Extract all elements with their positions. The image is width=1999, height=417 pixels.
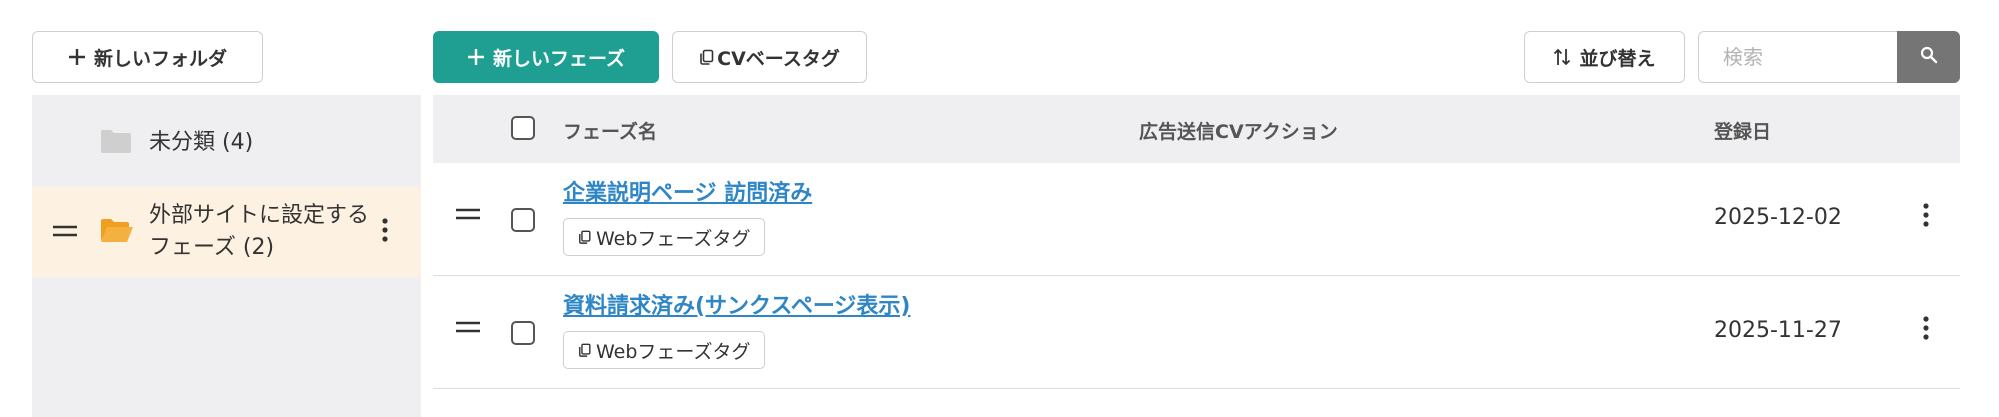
registered-date: 2025-11-27 xyxy=(1714,318,1842,343)
plus-icon xyxy=(467,48,485,66)
folder-label: 未分類 (4) xyxy=(149,130,254,155)
new-folder-button[interactable]: 新しいフォルダ xyxy=(32,31,263,83)
new-folder-label: 新しいフォルダ xyxy=(93,47,227,70)
copy-icon xyxy=(578,230,592,244)
table-row: 資料請求済み(サンクスページ表示) Webフェーズタグ 2025-11-27 xyxy=(433,276,1960,389)
sort-arrows-icon xyxy=(1553,47,1571,67)
column-header-name: フェーズ名 xyxy=(563,121,658,143)
row-checkbox[interactable] xyxy=(511,321,535,345)
drag-handle-icon[interactable] xyxy=(52,223,78,242)
folder-item-external-site[interactable]: 外部サイトに設定するフェーズ (2) xyxy=(32,187,421,277)
plus-icon xyxy=(68,48,86,66)
table-header: フェーズ名 広告送信CVアクション 登録日 xyxy=(433,95,1960,163)
sort-label: 並び替え xyxy=(1579,47,1656,70)
phase-name-link[interactable]: 資料請求済み(サンクスページ表示) xyxy=(563,288,910,320)
phase-name-link[interactable]: 企業説明ページ 訪問済み xyxy=(563,175,812,207)
search-icon xyxy=(1920,46,1938,68)
select-all-checkbox[interactable] xyxy=(511,116,535,140)
folder-icon xyxy=(100,128,132,158)
search-button[interactable] xyxy=(1897,31,1960,83)
folder-menu-icon[interactable] xyxy=(382,218,388,246)
drag-handle-icon[interactable] xyxy=(455,319,481,338)
folder-label: 外部サイトに設定するフェーズ (2) xyxy=(149,203,370,260)
tag-label: Webフェーズタグ xyxy=(596,227,751,250)
tag-label: Webフェーズタグ xyxy=(596,340,751,363)
table-row: 企業説明ページ 訪問済み Webフェーズタグ 2025-12-02 xyxy=(433,163,1960,276)
column-header-registered: 登録日 xyxy=(1714,121,1772,143)
web-phase-tag-button[interactable]: Webフェーズタグ xyxy=(563,218,766,256)
drag-handle-icon[interactable] xyxy=(455,206,481,225)
new-phase-label: 新しいフェーズ xyxy=(492,47,626,70)
cv-base-tag-button[interactable]: CVベースタグ xyxy=(672,31,867,83)
sort-button[interactable]: 並び替え xyxy=(1524,31,1685,83)
new-phase-button[interactable]: 新しいフェーズ xyxy=(433,31,659,83)
folder-item-unclassified[interactable]: 未分類 (4) xyxy=(32,119,421,167)
folder-sidebar: 未分類 (4) 外部サイトに設定するフェーズ (2) xyxy=(32,95,421,417)
row-menu-icon[interactable] xyxy=(1923,203,1929,231)
copy-icon xyxy=(699,49,715,65)
registered-date: 2025-12-02 xyxy=(1714,205,1842,230)
folder-open-icon xyxy=(100,217,134,247)
copy-icon xyxy=(578,343,592,357)
search-input[interactable] xyxy=(1698,31,1898,83)
web-phase-tag-button[interactable]: Webフェーズタグ xyxy=(563,331,766,369)
column-header-cv-action: 広告送信CVアクション xyxy=(1139,121,1338,143)
row-menu-icon[interactable] xyxy=(1923,316,1929,344)
cv-base-tag-label: CVベースタグ xyxy=(717,47,840,70)
row-checkbox[interactable] xyxy=(511,208,535,232)
